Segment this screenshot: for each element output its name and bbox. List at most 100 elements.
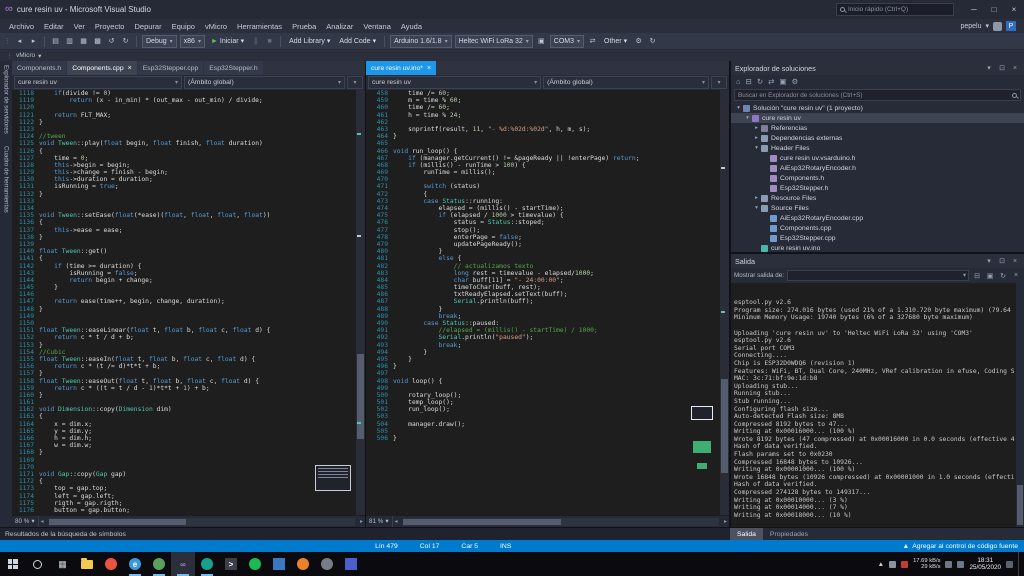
- home-icon[interactable]: ⌂: [736, 77, 741, 86]
- undo-icon[interactable]: ↺: [106, 37, 117, 45]
- tree-item[interactable]: ▾ Solución "cure resin uv" (1 proyecto): [731, 103, 1024, 113]
- tree-item[interactable]: cure resin uv.vsarduino.h: [731, 153, 1024, 163]
- tree-item[interactable]: ▸ Dependencias externas: [731, 133, 1024, 143]
- horizontal-scrollbar[interactable]: [48, 517, 355, 526]
- editor-tab[interactable]: cure resin uv.ino* ×: [366, 61, 437, 75]
- scrollbar-thumb[interactable]: [1017, 485, 1023, 525]
- tree-item[interactable]: Esp32Stepper.h: [731, 183, 1024, 193]
- firefox-browser-taskbar-button[interactable]: [99, 552, 123, 576]
- close-icon[interactable]: ×: [128, 65, 132, 72]
- editor-tab[interactable]: Components.h: [12, 61, 67, 75]
- menu-herramientas[interactable]: Herramientas: [232, 19, 287, 33]
- other-options-button[interactable]: Other ▾: [601, 35, 630, 48]
- start-button[interactable]: [0, 552, 25, 576]
- edge-browser-taskbar-button[interactable]: e: [123, 552, 147, 576]
- pin-icon[interactable]: ⊡: [997, 64, 1007, 72]
- close-icon[interactable]: ×: [427, 65, 431, 72]
- server-explorer-tab[interactable]: Explorador de servidores: [3, 65, 10, 134]
- tree-item[interactable]: Components.cpp: [731, 223, 1024, 233]
- vmicro-menu[interactable]: vMicro: [16, 52, 35, 59]
- add-code-button[interactable]: Add Code ▾: [336, 35, 379, 48]
- new-file-icon[interactable]: ▤: [50, 37, 61, 45]
- find-symbol-results-bar[interactable]: Resultados de la búsqueda de símbolos: [0, 528, 730, 540]
- tree-arrow-icon[interactable]: ▾: [752, 145, 761, 151]
- close-icon[interactable]: ×: [1011, 272, 1021, 279]
- terminal-taskbar-button[interactable]: >: [219, 552, 243, 576]
- quick-launch-search[interactable]: Inicio rápido (Ctrl+Q): [836, 3, 954, 16]
- refresh-icon[interactable]: ↻: [757, 77, 763, 86]
- collapse-all-icon[interactable]: ⊟: [746, 77, 752, 86]
- scroll-left-icon[interactable]: ◂: [393, 518, 400, 525]
- add-to-source-control-button[interactable]: ▲ Agregar al control de código fuente: [902, 543, 1018, 550]
- vlc-player-taskbar-button[interactable]: [291, 552, 315, 576]
- network-tray-icon[interactable]: [957, 560, 965, 568]
- mail-app-taskbar-button[interactable]: [267, 552, 291, 576]
- code-editor[interactable]: 458 459 460 461 462 463 464 465 466 467 468 469 470 4…: [366, 90, 729, 515]
- tree-item[interactable]: Components.h: [731, 173, 1024, 183]
- add-library-button[interactable]: Add Library ▾: [286, 35, 333, 48]
- vertical-scrollbar[interactable]: [1016, 283, 1024, 527]
- scrollbar-thumb[interactable]: [357, 353, 364, 439]
- toolbox-tab[interactable]: Cuadro de herramientas: [3, 146, 10, 213]
- scrollbar-thumb[interactable]: [402, 518, 561, 525]
- scope-dropdown[interactable]: (Ámbito global) ▾: [543, 76, 710, 89]
- board-options-icon[interactable]: ▣: [536, 37, 547, 45]
- output-source-dropdown[interactable]: ▾: [787, 270, 969, 281]
- menu-equipo[interactable]: Equipo: [167, 19, 200, 33]
- clear-output-icon[interactable]: ⊟: [972, 272, 982, 280]
- tree-item[interactable]: AiEsp32RotaryEncoder.cpp: [731, 213, 1024, 223]
- task-view-button[interactable]: ▦: [50, 552, 75, 576]
- pause-icon[interactable]: ∥: [250, 37, 261, 45]
- scroll-left-icon[interactable]: ◂: [39, 518, 46, 525]
- profile-badge[interactable]: P: [1006, 21, 1016, 31]
- menu-prueba[interactable]: Prueba: [287, 19, 321, 33]
- show-desktop-button[interactable]: [1018, 552, 1022, 576]
- menu-ayuda[interactable]: Ayuda: [396, 19, 427, 33]
- tree-arrow-icon[interactable]: ▸: [752, 125, 761, 131]
- close-icon[interactable]: ×: [1010, 65, 1020, 72]
- configuration-dropdown[interactable]: Debug ▾: [142, 34, 177, 48]
- tree-item[interactable]: ▸ Resource Files: [731, 193, 1024, 203]
- stop-icon[interactable]: ■: [264, 38, 275, 45]
- menu-ver[interactable]: Ver: [69, 19, 90, 33]
- taskbar-clock[interactable]: 18:31 25/05/2020: [969, 557, 1001, 571]
- ide-version-dropdown[interactable]: Arduino 1.6/1.8 ▾: [390, 34, 452, 48]
- refresh-icon[interactable]: ↻: [998, 272, 1008, 280]
- antivirus-tray-icon[interactable]: [889, 560, 897, 568]
- tree-item[interactable]: ▾ Header Files: [731, 143, 1024, 153]
- vertical-scrollbar[interactable]: [356, 90, 365, 515]
- word-wrap-icon[interactable]: ▣: [985, 272, 995, 280]
- scrollbar-thumb[interactable]: [721, 379, 728, 473]
- panel-tab-salida[interactable]: Salida: [730, 528, 763, 540]
- save-all-icon[interactable]: ▩: [92, 37, 103, 45]
- settings-app-taskbar-button[interactable]: [315, 552, 339, 576]
- tree-arrow-icon[interactable]: ▾: [734, 105, 743, 111]
- properties-icon[interactable]: ▣: [779, 77, 786, 86]
- minimize-button[interactable]: ─: [964, 0, 984, 19]
- navigate-back-icon[interactable]: ◂: [14, 37, 25, 45]
- menu-editar[interactable]: Editar: [39, 19, 69, 33]
- horizontal-scrollbar[interactable]: [402, 517, 719, 526]
- spotify-taskbar-button[interactable]: [243, 552, 267, 576]
- notification-center-icon[interactable]: [1006, 560, 1013, 568]
- port-dropdown[interactable]: COM3 ▾: [549, 34, 585, 48]
- scroll-right-icon[interactable]: ▸: [722, 518, 729, 525]
- solution-search-input[interactable]: Buscar en Explorador de soluciones (Ctrl…: [734, 89, 1021, 101]
- menu-analizar[interactable]: Analizar: [321, 19, 358, 33]
- chevron-down-icon[interactable]: ▾: [984, 257, 994, 265]
- editor-tab[interactable]: Esp32Stepper.cpp: [137, 61, 204, 75]
- project-dropdown[interactable]: cure resin uv ▾: [368, 76, 542, 89]
- pin-icon[interactable]: ⊡: [997, 257, 1007, 265]
- arduino-ide-taskbar-button[interactable]: [195, 552, 219, 576]
- member-dropdown[interactable]: ▾: [347, 76, 364, 89]
- redo-icon[interactable]: ↻: [120, 37, 131, 45]
- menu-depurar[interactable]: Depurar: [129, 19, 166, 33]
- tree-arrow-icon[interactable]: ▾: [752, 205, 761, 211]
- toolbar-grip[interactable]: ⋮: [4, 37, 11, 45]
- editor-tab[interactable]: Components.cpp ×: [67, 61, 137, 75]
- tree-arrow-icon[interactable]: ▸: [752, 195, 761, 201]
- scroll-right-icon[interactable]: ▸: [358, 518, 365, 525]
- close-icon[interactable]: ×: [1010, 258, 1020, 265]
- scope-dropdown[interactable]: (Ámbito global) ▾: [184, 76, 346, 89]
- maximize-button[interactable]: □: [984, 0, 1004, 19]
